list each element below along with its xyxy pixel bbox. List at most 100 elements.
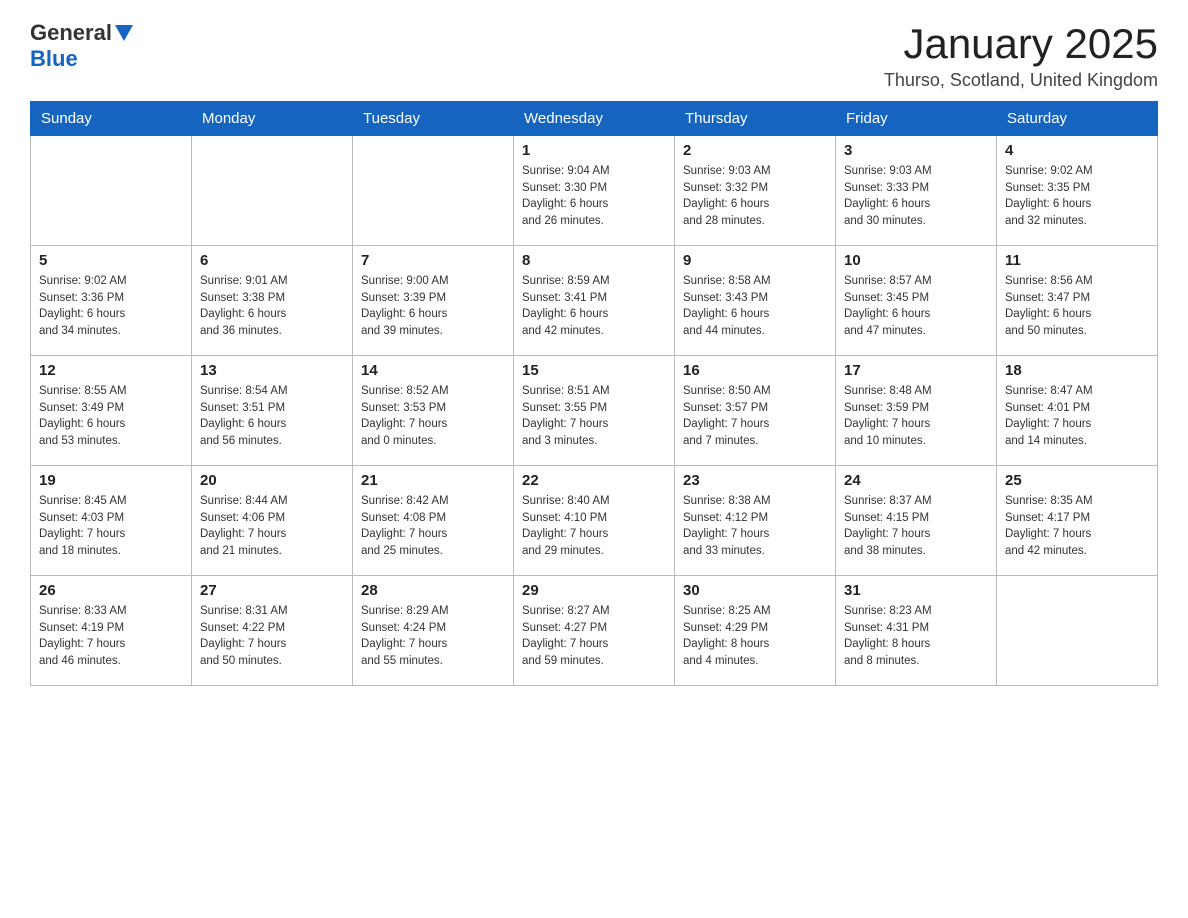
day-number: 24 <box>844 472 988 489</box>
day-number: 3 <box>844 142 988 159</box>
day-info: Sunrise: 8:37 AM Sunset: 4:15 PM Dayligh… <box>844 493 988 560</box>
calendar-cell: 7Sunrise: 9:00 AM Sunset: 3:39 PM Daylig… <box>353 246 514 356</box>
day-info: Sunrise: 8:55 AM Sunset: 3:49 PM Dayligh… <box>39 383 183 450</box>
calendar-cell: 14Sunrise: 8:52 AM Sunset: 3:53 PM Dayli… <box>353 356 514 466</box>
day-info: Sunrise: 8:31 AM Sunset: 4:22 PM Dayligh… <box>200 603 344 670</box>
day-info: Sunrise: 8:38 AM Sunset: 4:12 PM Dayligh… <box>683 493 827 560</box>
day-number: 16 <box>683 362 827 379</box>
calendar-cell <box>31 136 192 246</box>
weekday-header-thursday: Thursday <box>675 102 836 136</box>
day-info: Sunrise: 8:56 AM Sunset: 3:47 PM Dayligh… <box>1005 273 1149 340</box>
calendar-cell: 9 Sunrise: 8:58 AM Sunset: 3:43 PM Daylig… <box>675 246 836 356</box>
day-info: Sunrise: 9:03 AM Sunset: 3:33 PM Dayligh… <box>844 163 988 230</box>
day-number: 1 <box>522 142 666 159</box>
day-number: 8 <box>522 252 666 269</box>
day-number: 6 <box>200 252 344 269</box>
weekday-header-friday: Friday <box>836 102 997 136</box>
day-info: Sunrise: 8:45 AM Sunset: 4:03 PM Dayligh… <box>39 493 183 560</box>
calendar-cell <box>997 576 1158 686</box>
page-header: General Blue January 2025 Thurso, Scotla… <box>30 20 1158 91</box>
calendar-cell: 24 Sunrise: 8:37 AM Sunset: 4:15 PM Dayli… <box>836 466 997 576</box>
day-number: 22 <box>522 472 666 489</box>
day-info: Sunrise: 8:35 AM Sunset: 4:17 PM Dayligh… <box>1005 493 1149 560</box>
calendar-cell: 6 Sunrise: 9:01 AM Sunset: 3:38 PM Daylig… <box>192 246 353 356</box>
day-number: 21 <box>361 472 505 489</box>
calendar-week-row: 19Sunrise: 8:45 AM Sunset: 4:03 PM Dayli… <box>31 466 1158 576</box>
day-number: 9 <box>683 252 827 269</box>
day-number: 11 <box>1005 252 1149 269</box>
day-info: Sunrise: 8:40 AM Sunset: 4:10 PM Dayligh… <box>522 493 666 560</box>
day-number: 14 <box>361 362 505 379</box>
location-title: Thurso, Scotland, United Kingdom <box>884 70 1158 91</box>
calendar-cell: 17 Sunrise: 8:48 AM Sunset: 3:59 PM Dayli… <box>836 356 997 466</box>
day-number: 23 <box>683 472 827 489</box>
day-info: Sunrise: 8:29 AM Sunset: 4:24 PM Dayligh… <box>361 603 505 670</box>
day-info: Sunrise: 8:23 AM Sunset: 4:31 PM Dayligh… <box>844 603 988 670</box>
day-number: 12 <box>39 362 183 379</box>
day-number: 5 <box>39 252 183 269</box>
day-info: Sunrise: 8:27 AM Sunset: 4:27 PM Dayligh… <box>522 603 666 670</box>
day-info: Sunrise: 8:58 AM Sunset: 3:43 PM Dayligh… <box>683 273 827 340</box>
calendar-cell: 8 Sunrise: 8:59 AM Sunset: 3:41 PM Daylig… <box>514 246 675 356</box>
calendar-cell: 2 Sunrise: 9:03 AM Sunset: 3:32 PM Daylig… <box>675 136 836 246</box>
calendar-week-row: 12 Sunrise: 8:55 AM Sunset: 3:49 PM Dayli… <box>31 356 1158 466</box>
calendar-cell: 22 Sunrise: 8:40 AM Sunset: 4:10 PM Dayli… <box>514 466 675 576</box>
day-number: 25 <box>1005 472 1149 489</box>
calendar-cell: 28 Sunrise: 8:29 AM Sunset: 4:24 PM Dayli… <box>353 576 514 686</box>
calendar-cell: 13 Sunrise: 8:54 AM Sunset: 3:51 PM Dayli… <box>192 356 353 466</box>
day-info: Sunrise: 8:50 AM Sunset: 3:57 PM Dayligh… <box>683 383 827 450</box>
calendar-cell: 27Sunrise: 8:31 AM Sunset: 4:22 PM Dayli… <box>192 576 353 686</box>
weekday-header-monday: Monday <box>192 102 353 136</box>
day-info: Sunrise: 9:00 AM Sunset: 3:39 PM Dayligh… <box>361 273 505 340</box>
day-info: Sunrise: 9:02 AM Sunset: 3:36 PM Dayligh… <box>39 273 183 340</box>
weekday-header-row: SundayMondayTuesdayWednesdayThursdayFrid… <box>31 102 1158 136</box>
day-number: 13 <box>200 362 344 379</box>
day-info: Sunrise: 8:54 AM Sunset: 3:51 PM Dayligh… <box>200 383 344 450</box>
day-number: 30 <box>683 582 827 599</box>
calendar-cell <box>353 136 514 246</box>
calendar-cell: 1 Sunrise: 9:04 AM Sunset: 3:30 PM Daylig… <box>514 136 675 246</box>
day-info: Sunrise: 9:01 AM Sunset: 3:38 PM Dayligh… <box>200 273 344 340</box>
day-number: 31 <box>844 582 988 599</box>
calendar-cell: 4Sunrise: 9:02 AM Sunset: 3:35 PM Daylig… <box>997 136 1158 246</box>
calendar-cell: 30 Sunrise: 8:25 AM Sunset: 4:29 PM Dayli… <box>675 576 836 686</box>
logo-arrow-icon <box>115 25 133 41</box>
day-number: 10 <box>844 252 988 269</box>
day-info: Sunrise: 9:02 AM Sunset: 3:35 PM Dayligh… <box>1005 163 1149 230</box>
day-info: Sunrise: 8:59 AM Sunset: 3:41 PM Dayligh… <box>522 273 666 340</box>
day-info: Sunrise: 9:04 AM Sunset: 3:30 PM Dayligh… <box>522 163 666 230</box>
logo-general-text: General <box>30 20 112 46</box>
calendar-cell: 19Sunrise: 8:45 AM Sunset: 4:03 PM Dayli… <box>31 466 192 576</box>
day-number: 15 <box>522 362 666 379</box>
day-info: Sunrise: 9:03 AM Sunset: 3:32 PM Dayligh… <box>683 163 827 230</box>
calendar-cell: 16 Sunrise: 8:50 AM Sunset: 3:57 PM Dayli… <box>675 356 836 466</box>
calendar-cell: 3 Sunrise: 9:03 AM Sunset: 3:33 PM Daylig… <box>836 136 997 246</box>
calendar-cell: 12 Sunrise: 8:55 AM Sunset: 3:49 PM Dayli… <box>31 356 192 466</box>
day-info: Sunrise: 8:47 AM Sunset: 4:01 PM Dayligh… <box>1005 383 1149 450</box>
day-info: Sunrise: 8:51 AM Sunset: 3:55 PM Dayligh… <box>522 383 666 450</box>
day-number: 26 <box>39 582 183 599</box>
calendar-cell: 11 Sunrise: 8:56 AM Sunset: 3:47 PM Dayli… <box>997 246 1158 356</box>
calendar-cell: 5 Sunrise: 9:02 AM Sunset: 3:36 PM Daylig… <box>31 246 192 356</box>
weekday-header-sunday: Sunday <box>31 102 192 136</box>
calendar-cell: 20 Sunrise: 8:44 AM Sunset: 4:06 PM Dayli… <box>192 466 353 576</box>
day-info: Sunrise: 8:57 AM Sunset: 3:45 PM Dayligh… <box>844 273 988 340</box>
day-info: Sunrise: 8:25 AM Sunset: 4:29 PM Dayligh… <box>683 603 827 670</box>
day-info: Sunrise: 8:48 AM Sunset: 3:59 PM Dayligh… <box>844 383 988 450</box>
day-number: 28 <box>361 582 505 599</box>
calendar-week-row: 1 Sunrise: 9:04 AM Sunset: 3:30 PM Daylig… <box>31 136 1158 246</box>
day-number: 20 <box>200 472 344 489</box>
day-info: Sunrise: 8:33 AM Sunset: 4:19 PM Dayligh… <box>39 603 183 670</box>
calendar-cell: 18Sunrise: 8:47 AM Sunset: 4:01 PM Dayli… <box>997 356 1158 466</box>
calendar-cell: 31 Sunrise: 8:23 AM Sunset: 4:31 PM Dayli… <box>836 576 997 686</box>
day-number: 2 <box>683 142 827 159</box>
calendar-cell: 25 Sunrise: 8:35 AM Sunset: 4:17 PM Dayli… <box>997 466 1158 576</box>
calendar-cell: 29 Sunrise: 8:27 AM Sunset: 4:27 PM Dayli… <box>514 576 675 686</box>
day-number: 29 <box>522 582 666 599</box>
calendar-week-row: 5 Sunrise: 9:02 AM Sunset: 3:36 PM Daylig… <box>31 246 1158 356</box>
calendar-cell: 23 Sunrise: 8:38 AM Sunset: 4:12 PM Dayli… <box>675 466 836 576</box>
logo-blue-text: Blue <box>30 46 78 72</box>
weekday-header-saturday: Saturday <box>997 102 1158 136</box>
day-info: Sunrise: 8:44 AM Sunset: 4:06 PM Dayligh… <box>200 493 344 560</box>
day-number: 17 <box>844 362 988 379</box>
